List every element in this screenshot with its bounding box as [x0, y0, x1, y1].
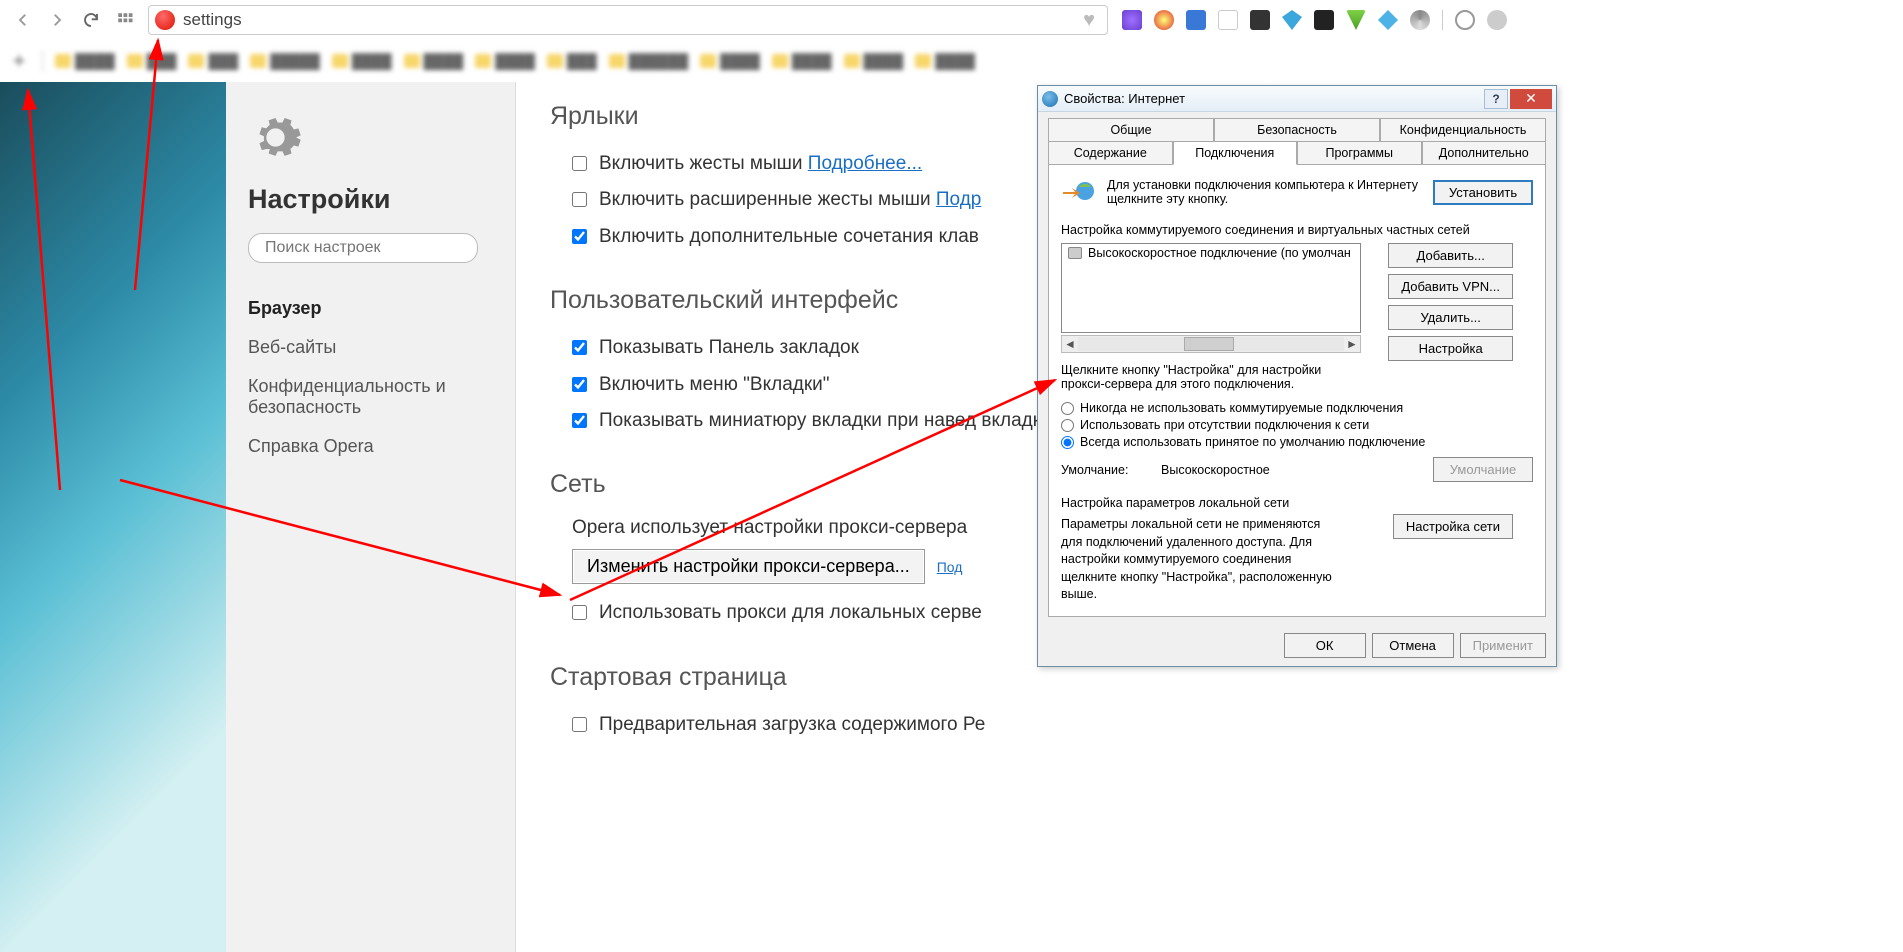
dialog-titlebar[interactable]: Свойства: Интернет ? ✕ — [1038, 86, 1556, 112]
tab-connections[interactable]: Подключения — [1173, 141, 1298, 165]
change-proxy-button[interactable]: Изменить настройки прокси-сервера... — [572, 549, 925, 584]
address-bar[interactable]: settings ♥ — [148, 5, 1108, 35]
dialog-close-button[interactable]: ✕ — [1510, 89, 1552, 109]
add-bookmark-button[interactable]: + — [8, 48, 30, 74]
checkbox-local-proxy[interactable] — [572, 605, 587, 620]
dial-group-label: Настройка коммутируемого соединения и ви… — [1061, 223, 1533, 237]
default-label: Умолчание: — [1061, 463, 1161, 477]
section-startpage-title: Стартовая страница — [550, 663, 1903, 692]
radio-never[interactable] — [1061, 402, 1074, 415]
opera-icon — [155, 10, 175, 30]
bookmark-heart-icon[interactable]: ♥ — [1083, 9, 1095, 32]
default-value: Высокоскоростное — [1161, 463, 1433, 477]
ext-icon-7[interactable] — [1314, 10, 1334, 30]
desktop-background-strip — [0, 82, 226, 952]
tab-advanced[interactable]: Дополнительно — [1422, 141, 1547, 165]
apply-button: Применит — [1460, 633, 1546, 658]
add-vpn-button[interactable]: Добавить VPN... — [1388, 274, 1513, 299]
checkbox-adv-gestures[interactable] — [572, 192, 587, 207]
forward-button[interactable] — [42, 5, 72, 35]
settings-button[interactable]: Настройка — [1388, 336, 1513, 361]
checkbox-mouse-gestures[interactable] — [572, 156, 587, 171]
ext-icon-2[interactable] — [1154, 10, 1174, 30]
ext-icon-5[interactable] — [1250, 10, 1270, 30]
dialog-help-button[interactable]: ? — [1484, 89, 1508, 109]
sidebar-link-privacy[interactable]: Конфиденциальность и безопасность — [248, 367, 493, 427]
lan-group-label: Настройка параметров локальной сети — [1061, 496, 1533, 510]
link-more-gestures[interactable]: Подробнее... — [808, 153, 922, 174]
tab-security[interactable]: Безопасность — [1214, 118, 1380, 142]
settings-sidebar: Настройки Браузер Веб-сайты Конфиденциал… — [226, 82, 516, 952]
dialog-body: Для установки подключения компьютера к И… — [1048, 164, 1546, 617]
address-text: settings — [183, 10, 1069, 30]
add-button[interactable]: Добавить... — [1388, 243, 1513, 268]
checkbox-extra-shortcuts[interactable] — [572, 229, 587, 244]
setup-text: Для установки подключения компьютера к И… — [1107, 178, 1423, 206]
dialog-tabs: Общие Безопасность Конфиденциальность Со… — [1038, 112, 1556, 164]
radio-always[interactable] — [1061, 436, 1074, 449]
ext-icon-1[interactable] — [1122, 10, 1142, 30]
gear-icon — [248, 110, 493, 168]
default-button: Умолчание — [1433, 457, 1533, 482]
tab-privacy[interactable]: Конфиденциальность — [1380, 118, 1546, 142]
ext-icon-10[interactable] — [1410, 10, 1430, 30]
ok-button[interactable]: ОК — [1284, 633, 1366, 658]
settings-search[interactable] — [248, 233, 478, 263]
connection-item: Высокоскоростное подключение (по умолчан — [1062, 244, 1360, 262]
reload-button[interactable] — [76, 5, 106, 35]
setup-icon — [1061, 177, 1097, 207]
main-area: Настройки Браузер Веб-сайты Конфиденциал… — [0, 82, 1903, 952]
list-scrollbar[interactable]: ◄► — [1061, 335, 1361, 353]
connections-list[interactable]: Высокоскоростное подключение (по умолчан — [1061, 243, 1361, 333]
ext-icon-8[interactable] — [1346, 10, 1366, 30]
ext-icon-9[interactable] — [1378, 10, 1398, 30]
sync-icon[interactable] — [1455, 10, 1475, 30]
cancel-button[interactable]: Отмена — [1372, 633, 1454, 658]
remove-button[interactable]: Удалить... — [1388, 305, 1513, 330]
lan-settings-button[interactable]: Настройка сети — [1393, 514, 1513, 539]
checkbox-preload[interactable] — [572, 717, 587, 732]
link-more-adv-gestures[interactable]: Подр — [936, 189, 981, 210]
tab-content[interactable]: Содержание — [1048, 141, 1173, 165]
checkbox-tab-thumbnail[interactable] — [572, 413, 587, 428]
lan-text: Параметры локальной сети не применяются … — [1061, 516, 1341, 604]
sidebar-link-browser[interactable]: Браузер — [248, 289, 493, 328]
bookmark-bar: + ████ ███ ███ █████ ████ ████ ████ ███ … — [0, 40, 1903, 82]
settings-search-input[interactable] — [265, 239, 472, 257]
tab-general[interactable]: Общие — [1048, 118, 1214, 142]
extension-icons — [1122, 10, 1507, 30]
proxy-hint: Щелкните кнопку "Настройка" для настройк… — [1061, 363, 1331, 391]
sidebar-link-help[interactable]: Справка Opera — [248, 427, 493, 466]
tab-programs[interactable]: Программы — [1297, 141, 1422, 165]
browser-toolbar: settings ♥ — [0, 0, 1903, 40]
setup-button[interactable]: Установить — [1433, 180, 1533, 205]
internet-properties-dialog: Свойства: Интернет ? ✕ Общие Безопасност… — [1037, 85, 1557, 667]
link-proxy-more[interactable]: Под — [937, 559, 963, 575]
profile-icon[interactable] — [1487, 10, 1507, 30]
dialog-title-text: Свойства: Интернет — [1064, 91, 1484, 106]
checkbox-bookmarks-bar[interactable] — [572, 340, 587, 355]
connection-icon — [1068, 247, 1082, 259]
ext-icon-3[interactable] — [1186, 10, 1206, 30]
ext-icon-4[interactable] — [1218, 10, 1238, 30]
speed-dial-button[interactable] — [110, 5, 140, 35]
sidebar-title: Настройки — [248, 184, 493, 215]
separator — [1442, 10, 1443, 30]
back-button[interactable] — [8, 5, 38, 35]
checkbox-tabs-menu[interactable] — [572, 377, 587, 392]
sidebar-link-websites[interactable]: Веб-сайты — [248, 328, 493, 367]
globe-icon — [1042, 91, 1058, 107]
ext-icon-6[interactable] — [1282, 10, 1302, 30]
radio-no-net[interactable] — [1061, 419, 1074, 432]
